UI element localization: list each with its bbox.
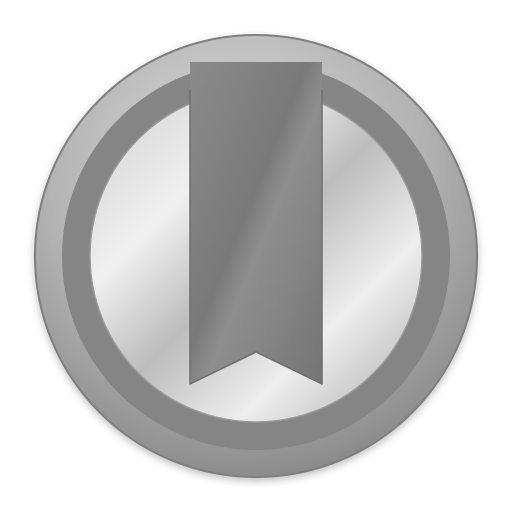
bookmark-ribbon bbox=[190, 62, 322, 384]
app-icon-stage bbox=[0, 0, 512, 512]
bookmark-app-icon[interactable] bbox=[0, 0, 512, 512]
